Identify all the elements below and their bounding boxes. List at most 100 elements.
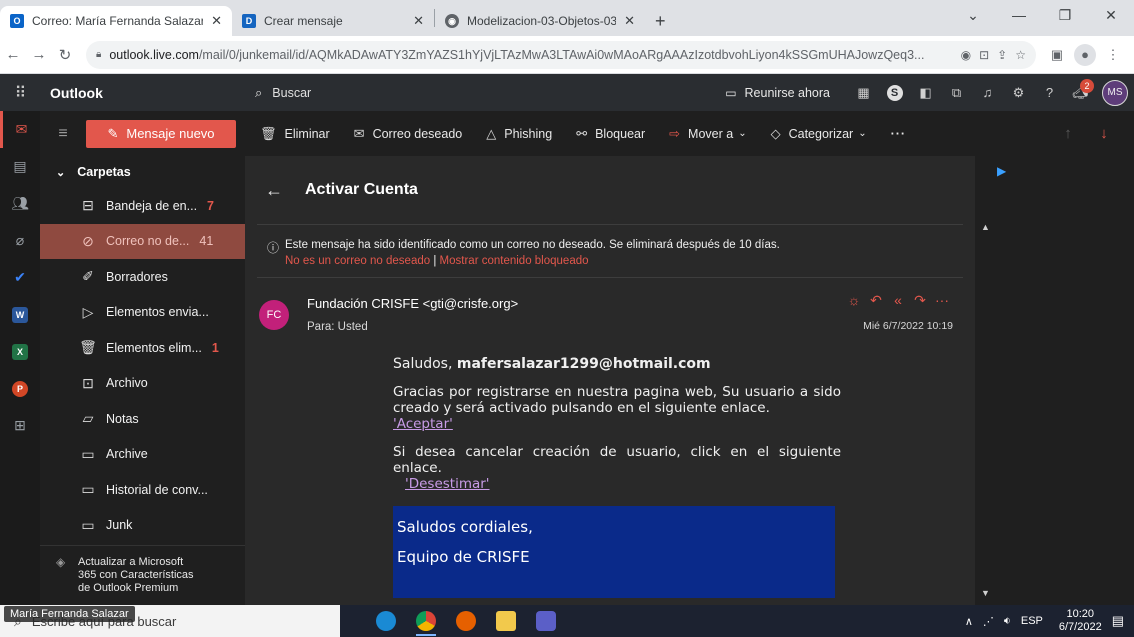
profile-avatar-icon[interactable]: ●	[1074, 43, 1096, 66]
folder-conversation-history[interactable]: ▭ Historial de conv...	[40, 472, 245, 508]
sun-icon[interactable]: ☼	[843, 292, 865, 309]
meet-now-button[interactable]: ▭ Reunirse ahora	[725, 86, 830, 100]
categorize-button[interactable]: ◇ Categorizar ⌄	[771, 126, 867, 142]
volume-icon[interactable]: 🔉︎	[1004, 615, 1011, 628]
chevron-down-icon: ⌄	[56, 166, 66, 179]
reload-icon[interactable]: ↻	[52, 46, 78, 64]
help-icon[interactable]: ?	[1034, 85, 1065, 100]
settings-gear-icon[interactable]: ⚙	[1003, 85, 1034, 101]
mail-icon[interactable]: ✉	[0, 111, 40, 148]
edge-icon[interactable]	[366, 605, 406, 637]
more-actions-button[interactable]: ···	[891, 127, 907, 141]
people-icon[interactable]: 👥︎	[0, 185, 40, 222]
folder-sent[interactable]: ▷ Elementos envia...	[40, 295, 245, 331]
move-to-button[interactable]: ⇨ Mover a ⌄	[669, 126, 746, 142]
side-panel-icon[interactable]: ▣	[1044, 47, 1070, 63]
folder-drafts[interactable]: ✐ Borradores	[40, 259, 245, 295]
clock[interactable]: 10:20 6/7/2022	[1059, 608, 1102, 634]
folder-label: Junk	[106, 518, 133, 533]
onenote-feed-icon[interactable]: ◧	[910, 85, 941, 101]
close-tab-icon[interactable]: ✕	[413, 13, 424, 29]
outlook-brand[interactable]: Outlook	[40, 85, 245, 101]
close-tab-icon[interactable]: ✕	[211, 13, 222, 29]
file-explorer-icon[interactable]	[486, 605, 526, 637]
firefox-icon[interactable]	[446, 605, 486, 637]
sender-avatar[interactable]: FC	[259, 300, 289, 330]
todo-check-icon[interactable]: ✔	[0, 259, 40, 296]
notifications-icon[interactable]: ▤	[1112, 613, 1124, 629]
folder-junk-en[interactable]: ▭ Junk	[40, 508, 245, 544]
accept-link[interactable]: 'Aceptar'	[393, 416, 453, 432]
reply-all-icon[interactable]: «	[887, 292, 909, 309]
back-arrow-icon[interactable]: ←	[265, 180, 283, 201]
not-junk-button[interactable]: ✉ Correo deseado	[354, 126, 463, 142]
user-avatar[interactable]: MS	[1102, 79, 1128, 106]
tray-chevron-icon[interactable]: ∧	[965, 615, 973, 628]
whats-new-icon[interactable]: 📣︎ 2	[1065, 78, 1096, 101]
not-junk-link[interactable]: No es un correo no deseado	[285, 255, 430, 267]
chrome-icon[interactable]	[406, 605, 446, 637]
teams-taskbar-icon[interactable]	[526, 605, 566, 637]
calendar-icon[interactable]: ▤	[0, 148, 40, 185]
folder-archivo[interactable]: ⊡ Archivo	[40, 366, 245, 402]
teams-icon[interactable]: ▦	[848, 85, 879, 101]
folder-label: Correo no de...	[106, 234, 190, 249]
minimize-icon[interactable]: —	[996, 0, 1042, 30]
new-tab-button[interactable]: +	[645, 6, 676, 36]
forward-icon[interactable]: →	[26, 46, 52, 63]
scroll-down-icon[interactable]: ▼	[981, 588, 990, 598]
block-button[interactable]: ⚯ Bloquear	[576, 126, 645, 142]
eye-icon[interactable]: ◉	[961, 48, 971, 62]
lock-icon[interactable]: 🔒︎	[96, 49, 101, 60]
bookmark-star-icon[interactable]: ☆	[1015, 48, 1026, 62]
folders-header[interactable]: ⌄ Carpetas	[40, 156, 245, 188]
attach-icon[interactable]: ⌀	[0, 222, 40, 259]
arrow-down-icon[interactable]: ↓	[1086, 125, 1122, 142]
folder-deleted[interactable]: 🗑︎ Elementos elim... 1	[40, 330, 245, 366]
back-icon[interactable]: ←	[0, 46, 26, 63]
language-indicator[interactable]: ESP	[1021, 615, 1043, 627]
tab-search-icon[interactable]: ⌄	[950, 0, 996, 30]
arrow-up-icon[interactable]: ↑	[1050, 125, 1086, 142]
search-box[interactable]: ⌕ Buscar	[245, 80, 575, 106]
excel-icon[interactable]: X	[0, 333, 40, 370]
play-icon[interactable]: ▶	[997, 164, 1006, 178]
my-day-icon[interactable]: ⧉	[941, 85, 972, 101]
tab-modelizacion[interactable]: ◉ Modelizacion-03-Objetos-03-Ta ✕	[435, 6, 645, 36]
chevron-down-icon: ⌄	[858, 128, 867, 139]
folder-notes[interactable]: ▱ Notas	[40, 401, 245, 437]
tab-crear-mensaje[interactable]: D Crear mensaje ✕	[232, 6, 434, 36]
upgrade-premium-link[interactable]: ◈ Actualizar a Microsoft 365 con Caracte…	[40, 545, 245, 605]
bell-icon[interactable]: ♫	[972, 85, 1003, 100]
delete-button[interactable]: 🗑︎ Eliminar	[260, 126, 330, 142]
url-input[interactable]: 🔒︎ outlook.live.com/mail/0/junkemail/id/…	[86, 40, 1036, 69]
dismiss-link[interactable]: 'Desestimar'	[405, 476, 490, 492]
restore-icon[interactable]: ❐	[1042, 0, 1088, 30]
folder-label: Notas	[106, 411, 139, 426]
hamburger-menu-icon[interactable]: ≡	[40, 125, 86, 143]
share-icon[interactable]: ⇪	[997, 48, 1007, 62]
install-icon[interactable]: ⊡	[979, 48, 989, 62]
powerpoint-icon[interactable]: P	[0, 370, 40, 407]
close-tab-icon[interactable]: ✕	[624, 13, 635, 29]
envelope-icon: ✉	[353, 125, 365, 141]
reply-icon[interactable]: ↶	[865, 292, 887, 309]
folder-junk[interactable]: ⊘ Correo no de... 41	[40, 223, 245, 259]
skype-icon[interactable]: S	[879, 84, 910, 101]
folder-archive[interactable]: ▭ Archive	[40, 437, 245, 473]
phishing-button[interactable]: △ Phishing	[486, 126, 552, 142]
word-icon[interactable]: W	[0, 296, 40, 333]
folder-inbox[interactable]: ⊟ Bandeja de en... 7	[40, 188, 245, 224]
scroll-up-icon[interactable]: ▲	[981, 222, 990, 232]
sender-address[interactable]: Fundación CRISFE <gti@crisfe.org>	[307, 296, 518, 311]
app-launcher-icon[interactable]: ⠿	[0, 83, 40, 103]
show-blocked-content-link[interactable]: Mostrar contenido bloqueado	[440, 255, 589, 267]
close-window-icon[interactable]: ✕	[1088, 0, 1134, 30]
tab-outlook[interactable]: O Correo: María Fernanda Salazar ✕	[0, 6, 232, 36]
browser-menu-icon[interactable]: ⋮	[1100, 47, 1126, 63]
more-icon[interactable]: ···	[931, 292, 953, 309]
more-apps-icon[interactable]: ⊞	[0, 407, 40, 444]
new-message-button[interactable]: ✎ Mensaje nuevo	[86, 119, 236, 148]
network-icon[interactable]: ⋰	[983, 615, 994, 628]
forward-icon[interactable]: ↷	[909, 292, 931, 309]
